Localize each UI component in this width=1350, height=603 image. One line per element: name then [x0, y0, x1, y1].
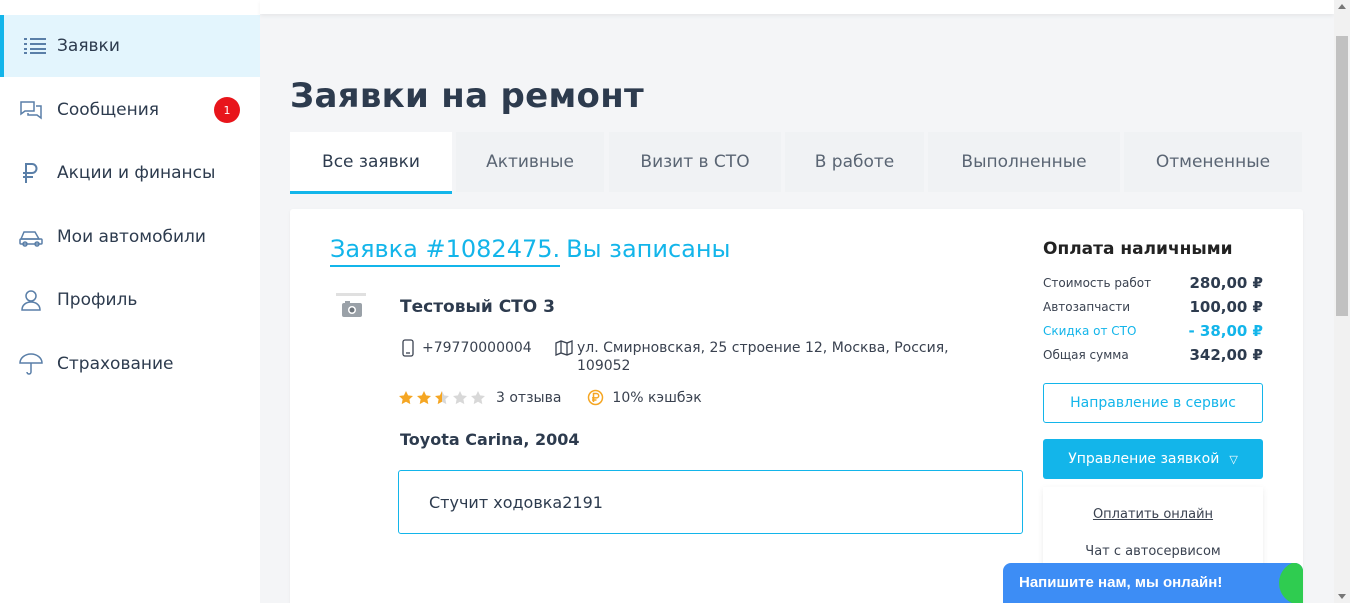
online-chat-widget[interactable]: Напишите нам, мы онлайн!	[1003, 563, 1303, 603]
phone: +79770000004	[400, 339, 532, 357]
scrollbar[interactable]	[1334, 0, 1350, 603]
unread-badge: 1	[214, 97, 240, 123]
sidebar-item-label: Профиль	[57, 290, 138, 310]
tab-in-progress[interactable]: В работе	[785, 132, 924, 192]
ruble-icon	[19, 161, 43, 185]
order-status: Вы записаны	[566, 235, 731, 263]
order-title: Заявка #1082475. Вы записаны	[330, 235, 731, 267]
price-row-discount: Скидка от СТО - 38,00 ₽	[1043, 319, 1263, 343]
scroll-down-arrow-icon[interactable]	[1338, 594, 1346, 599]
price-row-works: Стоимость работ 280,00 ₽	[1043, 271, 1263, 295]
star-full-icon	[417, 390, 431, 404]
tab-active[interactable]: Активные	[456, 132, 604, 192]
star-full-icon	[399, 390, 413, 404]
price-value: 100,00 ₽	[1189, 298, 1263, 316]
sidebar-item-messages[interactable]: Сообщения 1	[0, 79, 260, 141]
order-card: Заявка #1082475. Вы записаны Тестовый СТО…	[290, 209, 1303, 603]
rating-row: 3 отзыва 10% кэшбэк	[398, 389, 702, 406]
price-label: Автозапчасти	[1043, 300, 1131, 314]
sidebar-item-label: Мои автомобили	[57, 227, 206, 247]
sidebar-item-label: Страхование	[57, 354, 174, 374]
tab-all[interactable]: Все заявки	[290, 132, 452, 194]
umbrella-icon	[19, 352, 43, 376]
payment-title: Оплата наличными	[1043, 239, 1233, 259]
user-icon	[19, 288, 43, 312]
chat-icon	[19, 98, 43, 122]
cashback-icon	[587, 389, 604, 406]
car-info: Toyota Carina, 2004	[400, 430, 580, 449]
sidebar-item-requests[interactable]: Заявки	[0, 15, 260, 77]
price-row-parts: Автозапчасти 100,00 ₽	[1043, 295, 1263, 319]
phone-number: +79770000004	[422, 340, 532, 356]
price-label: Общая сумма	[1043, 348, 1129, 362]
service-direction-button[interactable]: Направление в сервис	[1043, 383, 1263, 423]
map-icon	[555, 339, 577, 375]
manage-order-button[interactable]: Управление заявкой ▽	[1043, 439, 1263, 479]
list-icon	[23, 34, 47, 58]
star-empty-icon	[453, 390, 467, 404]
price-label: Скидка от СТО	[1043, 324, 1137, 338]
sidebar-item-label: Акции и финансы	[57, 163, 216, 183]
tab-visit[interactable]: Визит в СТО	[609, 132, 781, 192]
car-icon	[19, 225, 43, 249]
scroll-up-arrow-icon[interactable]	[1338, 4, 1346, 9]
price-row-total: Общая сумма 342,00 ₽	[1043, 343, 1263, 367]
cashback: 10% кэшбэк	[587, 389, 702, 406]
sidebar: Заявки Сообщения 1 Акции и финансы Мои а…	[0, 0, 260, 603]
top-bar	[260, 0, 1334, 14]
tab-completed[interactable]: Выполненные	[928, 132, 1120, 192]
order-link[interactable]: Заявка #1082475.	[330, 235, 561, 267]
cashback-text: 10% кэшбэк	[612, 389, 702, 406]
reviews-link[interactable]: 3 отзыва	[496, 390, 561, 406]
price-value: 280,00 ₽	[1189, 274, 1263, 292]
problem-description: Стучит ходовка2191	[398, 470, 1023, 534]
price-label: Стоимость работ	[1043, 276, 1152, 290]
price-value: 342,00 ₽	[1189, 346, 1263, 364]
star-empty-icon	[471, 390, 485, 404]
price-value: - 38,00 ₽	[1188, 322, 1263, 340]
payment-panel: Оплата наличными Стоимость работ 280,00 …	[1043, 239, 1263, 367]
page-title: Заявки на ремонт	[290, 76, 644, 116]
sidebar-item-promotions[interactable]: Акции и финансы	[0, 142, 260, 204]
sidebar-item-profile[interactable]: Профиль	[0, 269, 260, 331]
photo-placeholder-icon	[332, 291, 372, 325]
tab-cancelled[interactable]: Отмененные	[1124, 132, 1302, 192]
sidebar-item-label: Заявки	[57, 36, 120, 56]
phone-icon	[400, 339, 416, 357]
address: ул. Смирновская, 25 строение 12, Москва,…	[555, 339, 975, 375]
chevron-down-icon: ▽	[1229, 452, 1238, 466]
manage-order-label: Управление заявкой	[1068, 451, 1220, 467]
chat-widget-label: Напишите нам, мы онлайн!	[1019, 574, 1223, 591]
sidebar-item-insurance[interactable]: Страхование	[0, 333, 260, 395]
address-text: ул. Смирновская, 25 строение 12, Москва,…	[577, 340, 949, 374]
online-status-icon	[1279, 563, 1303, 603]
contact-row: +79770000004 ул. Смирновская, 25 строени…	[400, 339, 949, 374]
menu-item-pay-online[interactable]: Оплатить онлайн	[1043, 507, 1263, 522]
scrollbar-thumb[interactable]	[1336, 36, 1348, 316]
sidebar-item-cars[interactable]: Мои автомобили	[0, 206, 260, 268]
sto-name[interactable]: Тестовый СТО 3	[400, 297, 555, 317]
sidebar-item-label: Сообщения	[57, 100, 160, 120]
menu-item-chat-service[interactable]: Чат с автосервисом	[1043, 544, 1263, 559]
star-half-icon	[435, 390, 449, 404]
